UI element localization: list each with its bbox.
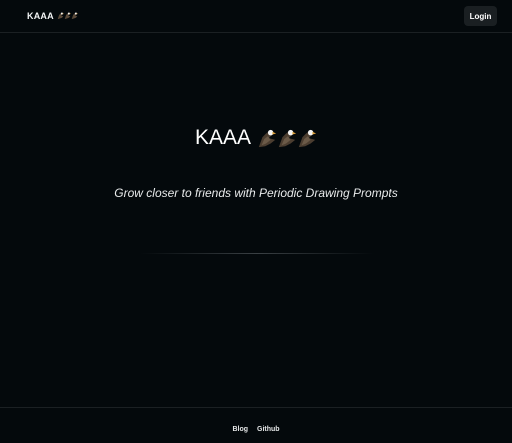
brand-text: KAAA	[27, 11, 54, 21]
eagle-icon	[277, 129, 297, 149]
eagle-icon	[297, 129, 317, 149]
eagle-icon	[64, 12, 71, 20]
hero-title: KAAA	[0, 126, 512, 150]
divider	[140, 253, 374, 254]
tagline: Grow closer to friends with Periodic Dra…	[114, 186, 398, 200]
login-button[interactable]: Login	[464, 6, 497, 26]
hero-eagles	[257, 129, 317, 149]
footer-links: Blog Github	[0, 426, 512, 433]
footer-link-github[interactable]: Github	[257, 426, 280, 433]
footer-link-blog[interactable]: Blog	[232, 426, 248, 433]
eagle-icon	[57, 12, 64, 20]
brand-logo[interactable]: KAAA	[27, 11, 78, 21]
brand-eagles	[57, 12, 78, 20]
hero-title-text: KAAA	[194, 126, 252, 149]
page: KAAA Login KAAA Grow closer to friends w…	[0, 0, 512, 443]
eagle-icon	[257, 129, 277, 149]
header: KAAA Login	[0, 0, 512, 33]
footer: Blog Github	[0, 407, 512, 443]
eagle-icon	[71, 12, 78, 20]
